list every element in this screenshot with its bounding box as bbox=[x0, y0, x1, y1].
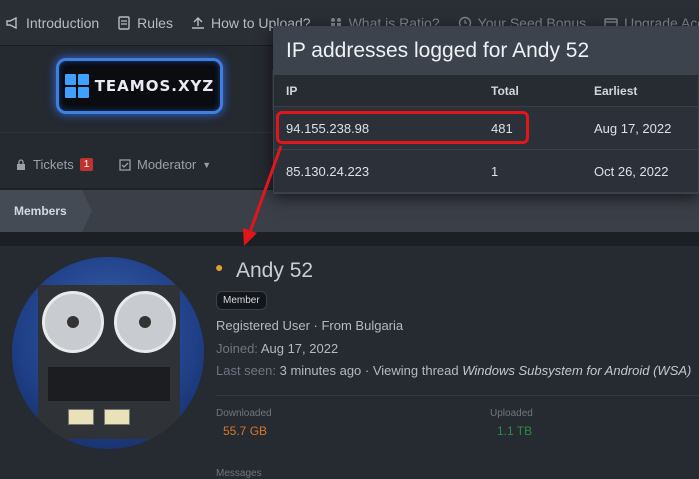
user-group-icon: ● bbox=[215, 259, 224, 275]
joined-label: Joined: bbox=[216, 341, 258, 356]
profile-divider bbox=[216, 395, 699, 396]
uploaded-value: 1.1 TB bbox=[497, 424, 533, 438]
tickets-link[interactable]: Tickets 1 bbox=[15, 157, 94, 172]
last-seen-line: Last seen: 3 minutes ago · Viewing threa… bbox=[216, 363, 691, 378]
vu-meter-left bbox=[68, 409, 94, 425]
tickets-label: Tickets bbox=[33, 157, 74, 172]
column-header-earliest: Earliest bbox=[594, 84, 638, 98]
ip-cell[interactable]: 85.130.24.223 bbox=[286, 164, 369, 179]
tickets-count-badge: 1 bbox=[79, 158, 94, 171]
tape-deck-image bbox=[38, 285, 180, 439]
earliest-cell: Oct 26, 2022 bbox=[594, 164, 669, 179]
role-badge: Member bbox=[216, 291, 267, 310]
profile-info-line: Registered User · From Bulgaria bbox=[216, 318, 404, 333]
last-seen-label: Last seen: bbox=[216, 363, 276, 378]
logo-text: TEAMOS.XYZ bbox=[94, 77, 215, 95]
reel-right bbox=[114, 291, 176, 353]
upload-icon bbox=[191, 16, 204, 29]
uploaded-label: Uploaded bbox=[490, 408, 533, 419]
ip-addresses-dialog: IP addresses logged for Andy 52 IP Total… bbox=[273, 26, 699, 194]
breadcrumb: Members bbox=[0, 190, 699, 232]
reel-left bbox=[42, 291, 104, 353]
checkbox-icon bbox=[119, 158, 131, 171]
breadcrumb-members[interactable]: Members bbox=[0, 190, 92, 232]
dialog-title: IP addresses logged for Andy 52 bbox=[274, 27, 698, 75]
chevron-down-icon: ▼ bbox=[202, 159, 212, 170]
downloaded-value: 55.7 GB bbox=[223, 424, 268, 438]
highlight-box bbox=[276, 111, 529, 144]
moderator-menu[interactable]: Moderator ▼ bbox=[119, 157, 211, 172]
moderator-label: Moderator bbox=[137, 157, 197, 172]
table-row: 85.130.24.223 1 Oct 26, 2022 bbox=[274, 150, 698, 193]
document-icon bbox=[118, 15, 130, 30]
messages-label: Messages bbox=[216, 468, 262, 479]
deck-controls bbox=[48, 367, 170, 401]
nav-item-label: Introduction bbox=[26, 14, 100, 31]
earliest-cell: Aug 17, 2022 bbox=[594, 121, 672, 136]
total-cell: 1 bbox=[491, 164, 499, 179]
lock-icon bbox=[17, 158, 25, 170]
vu-meter-right bbox=[104, 409, 130, 425]
site-logo[interactable]: TEAMOS.XYZ bbox=[56, 58, 223, 114]
downloaded-label: Downloaded bbox=[216, 408, 272, 419]
nav-item-rules[interactable]: Rules bbox=[117, 15, 173, 31]
last-seen-thread-link[interactable]: Windows Subsystem for Android (WSA) bbox=[462, 363, 691, 378]
section-gap bbox=[0, 232, 699, 246]
avatar[interactable] bbox=[12, 257, 204, 449]
last-seen-value: 3 minutes ago · Viewing thread bbox=[279, 363, 459, 378]
column-header-total: Total bbox=[491, 84, 519, 98]
nav-item-introduction[interactable]: Introduction bbox=[6, 15, 99, 31]
megaphone-icon bbox=[6, 16, 17, 29]
column-header-ip: IP bbox=[286, 84, 298, 98]
nav-item-label: Rules bbox=[137, 14, 173, 31]
profile-username: Andy 52 bbox=[236, 259, 314, 282]
joined-value: Aug 17, 2022 bbox=[260, 341, 339, 356]
windows-logo-icon bbox=[64, 74, 89, 98]
ip-table-header: IP Total Earliest bbox=[274, 75, 698, 107]
joined-line: Joined: Aug 17, 2022 bbox=[216, 341, 338, 356]
